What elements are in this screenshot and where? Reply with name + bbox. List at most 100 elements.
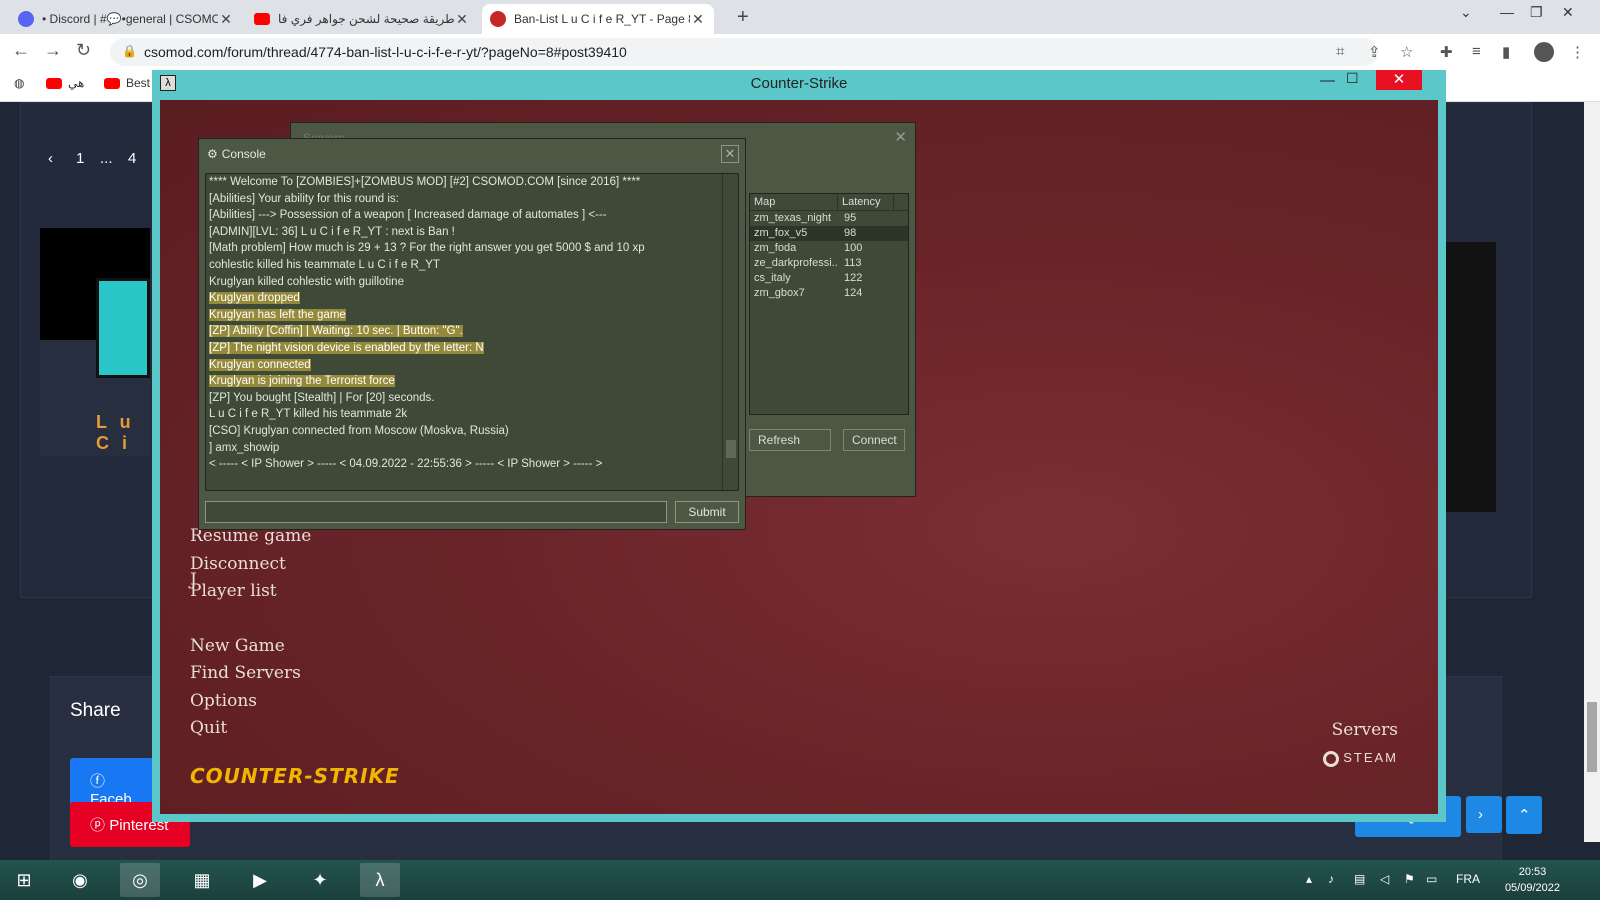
side-panel-icon[interactable]: ▮	[1502, 43, 1510, 61]
network-icon[interactable]: ▤	[1354, 872, 1365, 886]
flag-icon[interactable]: ⚑	[1404, 872, 1415, 886]
tab-ban-list[interactable]: Ban-List L u C i f e R_YT - Page 8 ✕	[482, 4, 714, 34]
reload-icon[interactable]: ↻	[76, 40, 91, 61]
column-latency[interactable]: Latency	[838, 194, 894, 210]
tray-chevron-icon[interactable]: ▴	[1306, 872, 1312, 886]
close-window-icon[interactable]: ✕	[1376, 70, 1422, 90]
console-scrollbar[interactable]	[722, 174, 738, 490]
console-line-text: [ZP] The night vision device is enabled …	[209, 341, 484, 354]
star-icon[interactable]: ☆	[1400, 43, 1413, 61]
console-line: L u C i f e R_YT killed his teammate 2k	[206, 406, 738, 423]
close-window-icon[interactable]: ✕	[1562, 4, 1574, 21]
menu-quit[interactable]: Quit	[190, 718, 227, 738]
globe-icon[interactable]: ◍	[14, 76, 24, 90]
chrome-icon[interactable]: ◎	[120, 863, 160, 897]
author-avatar[interactable]	[96, 278, 150, 378]
menu-disconnect[interactable]: Disconnect	[190, 554, 286, 574]
scroll-top-icon[interactable]: ⌃	[1506, 796, 1542, 834]
menu-find-servers[interactable]: Find Servers	[190, 663, 301, 683]
console-line-text: [CSO] Kruglyan connected from Moscow (Mo…	[209, 424, 509, 437]
new-tab-button[interactable]: +	[737, 6, 749, 29]
console-input[interactable]	[205, 501, 667, 523]
avatar[interactable]	[1534, 42, 1554, 62]
author-name[interactable]: L u C i	[96, 412, 150, 454]
menu-new-game[interactable]: New Game	[190, 636, 285, 656]
scrollbar-thumb[interactable]	[726, 440, 736, 458]
maximize-icon[interactable]: ☐	[1346, 70, 1359, 87]
connect-button[interactable]: Connect	[843, 429, 905, 451]
table-row[interactable]: zm_fox_v5 98	[750, 226, 908, 241]
pagination-ellipsis: ...	[100, 150, 113, 167]
scrollbar-thumb[interactable]	[1587, 702, 1597, 772]
url-field[interactable]: 🔒 csomod.com/forum/thread/4774-ban-list-…	[110, 38, 1378, 66]
table-row[interactable]: cs_italy 122	[750, 271, 908, 286]
reading-list-icon[interactable]: ≡	[1472, 43, 1481, 60]
page-scrollbar[interactable]	[1584, 102, 1600, 842]
youtube-icon	[104, 77, 120, 89]
steam-icon	[1323, 750, 1340, 767]
taskbar: ⊞ ◉ ◎ ▦ ▶ ✦ λ ▴ ♪ ▤ ◁ ⚑ ▭ FRA 20:53 05/0…	[0, 860, 1600, 900]
console-line-text: Kruglyan has left the game	[209, 308, 346, 321]
minimize-icon[interactable]: —	[1320, 72, 1335, 89]
windows-start-icon[interactable]: ⊞	[4, 863, 44, 897]
close-icon[interactable]: ✕	[721, 145, 739, 163]
translate-icon[interactable]: ⌗	[1336, 43, 1344, 60]
console-line: Kruglyan killed cohlestic with guillotin…	[206, 274, 738, 291]
menu-player-list[interactable]: Player list	[190, 581, 277, 601]
back-icon[interactable]: ←	[12, 40, 30, 61]
console-line-text: < ----- < IP Shower > ----- < 04.09.2022…	[209, 458, 603, 471]
bookmark-best[interactable]: Best	[104, 76, 150, 90]
submit-button[interactable]: Submit	[675, 501, 739, 523]
console-line: < ----- < IP Shower > ----- < 04.09.2022…	[206, 456, 738, 473]
pagination-page-1[interactable]: 1	[76, 150, 84, 167]
pagination-prev[interactable]: ‹	[48, 150, 53, 167]
menu-options[interactable]: Options	[190, 691, 257, 711]
extensions-icon[interactable]: ✚	[1440, 43, 1453, 61]
table-row[interactable]: ze_darkprofessi... 113	[750, 256, 908, 271]
table-row[interactable]: zm_gbox7 124	[750, 286, 908, 301]
counter-strike-icon[interactable]: ✦	[300, 863, 340, 897]
tab-discord[interactable]: • Discord | #💬•general | CSOMOD ✕	[10, 4, 242, 34]
console-line: [ADMIN][LVL: 36] L u C i f e R_YT : next…	[206, 224, 738, 241]
language-indicator[interactable]: FRA	[1456, 872, 1480, 886]
speaker-icon[interactable]: ◁	[1380, 872, 1389, 886]
bookmark-arabic[interactable]: هي	[46, 76, 84, 90]
column-map[interactable]: Map	[750, 194, 838, 210]
close-icon[interactable]: ✕	[690, 11, 706, 28]
forward-icon[interactable]: →	[44, 40, 62, 61]
facebook-icon: ⓕ	[90, 773, 106, 790]
game-launcher-icon[interactable]: ▦	[182, 863, 222, 897]
clock[interactable]: 20:53 05/09/2022	[1505, 864, 1560, 896]
close-icon[interactable]: ✕	[454, 11, 470, 28]
table-row[interactable]: zm_foda 100	[750, 241, 908, 256]
restore-icon[interactable]: ❐	[1530, 4, 1543, 21]
tab-youtube[interactable]: طريقة صحيحة لشحن جواهر فري فا ✕	[246, 4, 478, 34]
edge-icon[interactable]: ◉	[60, 863, 100, 897]
refresh-button[interactable]: Refresh	[749, 429, 831, 451]
pagination-page-4[interactable]: 4	[128, 150, 136, 167]
console-line-text: cohlestic killed his teammate L u C i f …	[209, 258, 440, 271]
chevron-right-icon[interactable]: ›	[1466, 796, 1502, 833]
media-player-icon[interactable]: ▶	[240, 863, 280, 897]
counter-strike-window: λ Counter-Strike — ☐ ✕ J Resume game Dis…	[152, 70, 1446, 822]
close-icon[interactable]: ✕	[218, 11, 234, 28]
side-banner	[1440, 242, 1496, 512]
console-line-text: Kruglyan connected	[209, 358, 311, 371]
display-icon[interactable]: ▭	[1426, 872, 1437, 886]
table-row[interactable]: zm_texas_night 95	[750, 211, 908, 226]
share-icon[interactable]: ⇪	[1368, 43, 1381, 61]
close-icon[interactable]: ✕	[894, 128, 907, 146]
menu-icon[interactable]: ⋮	[1570, 43, 1585, 61]
map-cell: cs_italy	[754, 272, 791, 284]
console-line-text: [ZP] Ability [Coffin] | Waiting: 10 sec.…	[209, 325, 463, 338]
half-life-icon[interactable]: λ	[360, 863, 400, 897]
console-line: Kruglyan has left the game	[206, 307, 738, 324]
chevron-down-icon[interactable]: ⌄	[1460, 4, 1472, 21]
console-line: **** Welcome To [ZOMBIES]+[ZOMBUS MOD] […	[206, 174, 738, 191]
volume-icon[interactable]: ♪	[1328, 872, 1334, 886]
console-line-text: **** Welcome To [ZOMBIES]+[ZOMBUS MOD] […	[209, 176, 641, 188]
discord-icon	[18, 11, 34, 27]
console-line-text: [ADMIN][LVL: 36] L u C i f e R_YT : next…	[209, 225, 455, 238]
menu-servers[interactable]: Servers	[1332, 720, 1398, 740]
minimize-icon[interactable]: —	[1500, 4, 1514, 20]
